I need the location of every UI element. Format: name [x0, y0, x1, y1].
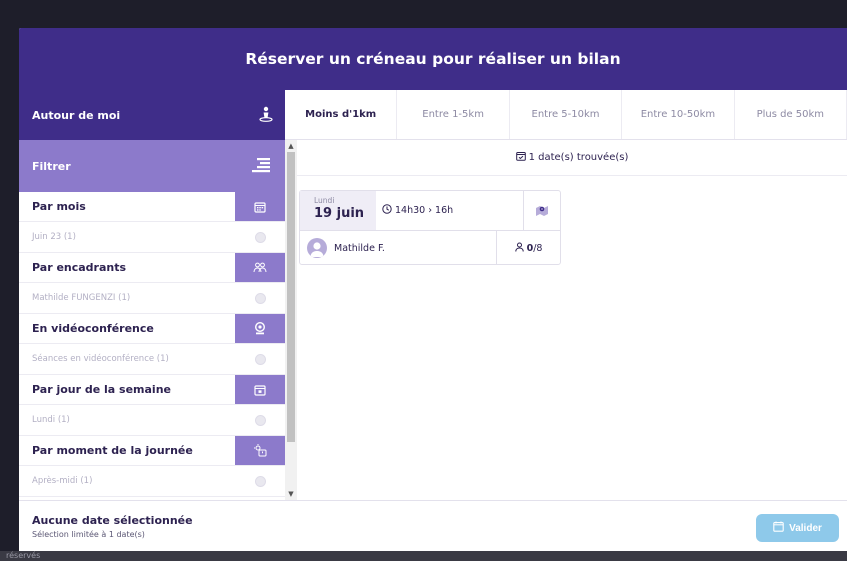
- calendar-icon: [773, 521, 784, 535]
- option-label: Séances en vidéoconférence (1): [32, 354, 169, 364]
- calendar-check-icon: [515, 151, 526, 164]
- tab-less-1km[interactable]: Moins d'1km: [285, 90, 398, 139]
- scroll-up-arrow-icon[interactable]: ▲: [285, 140, 297, 152]
- tab-10-50km[interactable]: Entre 10-50km: [622, 90, 735, 139]
- section-label: Par jour de la semaine: [32, 383, 171, 396]
- filter-lines-icon: [251, 157, 271, 176]
- around-me-label: Autour de moi: [32, 108, 121, 122]
- option-radio[interactable]: [254, 414, 266, 426]
- option-row[interactable]: Mathilde FUNGENZI (1): [19, 283, 285, 314]
- section-label: Par moment de la journée: [32, 444, 193, 457]
- filter-label: Filtrer: [32, 159, 71, 173]
- people-icon: [235, 253, 285, 282]
- option-radio[interactable]: [254, 475, 266, 487]
- distance-tabs: Moins d'1km Entre 1-5km Entre 5-10km Ent…: [285, 90, 847, 140]
- tab-more-50km[interactable]: Plus de 50km: [735, 90, 847, 139]
- option-label: Après-midi (1): [32, 476, 93, 486]
- option-row[interactable]: Juin 23 (1): [19, 222, 285, 253]
- location-person-icon: [259, 106, 273, 125]
- seats-total: /8: [533, 242, 543, 254]
- option-radio[interactable]: [254, 231, 266, 243]
- section-label: Par encadrants: [32, 261, 127, 274]
- backdrop-text: réservés: [0, 551, 847, 561]
- clock-icon: [382, 204, 392, 217]
- map-location-icon[interactable]: [523, 191, 560, 230]
- section-by-month[interactable]: Par mois: [19, 192, 285, 222]
- option-label: Mathilde FUNGENZI (1): [32, 293, 131, 303]
- sidebar-scrollbar[interactable]: ▲ ▼: [285, 140, 297, 500]
- calendar-icon: [235, 192, 285, 221]
- modal-footer: Aucune date sélectionnée Sélection limit…: [19, 500, 847, 551]
- seats-taken: 0: [526, 242, 534, 254]
- tab-1-5km[interactable]: Entre 1-5km: [397, 90, 510, 139]
- results-count: 1 date(s) trouvée(s): [297, 140, 847, 176]
- slot-time: 14h30 › 16h: [376, 191, 523, 230]
- section-videoconference[interactable]: En vidéoconférence: [19, 314, 285, 344]
- option-row[interactable]: Lundi (1): [19, 405, 285, 436]
- sun-time-icon: [235, 436, 285, 465]
- section-by-weekday[interactable]: Par jour de la semaine: [19, 375, 285, 405]
- filter-sidebar: Autour de moi Filtrer Par mois Juin 23 (…: [19, 90, 285, 500]
- scroll-thumb[interactable]: [287, 152, 295, 442]
- option-row[interactable]: Après-midi (1): [19, 466, 285, 497]
- webcam-icon: [235, 314, 285, 343]
- slot-date-number: 19 juin: [314, 206, 365, 221]
- seats-count: 0/8: [496, 231, 560, 265]
- option-label: Lundi (1): [32, 415, 70, 425]
- modal-title: Réserver un créneau pour réaliser un bil…: [19, 28, 847, 90]
- slot-weekday: Lundi: [314, 196, 335, 205]
- slot-card[interactable]: Lundi 19 juin 14h30 › 16h Mathilde F. 0 …: [299, 190, 561, 265]
- slot-time-label: 14h30 › 16h: [395, 205, 454, 216]
- selection-status: Aucune date sélectionnée: [32, 514, 193, 527]
- filter-header[interactable]: Filtrer: [19, 140, 285, 192]
- supervisor-name: Mathilde F.: [334, 242, 385, 254]
- booking-modal: Réserver un créneau pour réaliser un bil…: [19, 28, 847, 551]
- results-count-label: 1 date(s) trouvée(s): [528, 152, 629, 163]
- validate-label: Valider: [789, 522, 822, 534]
- validate-button[interactable]: Valider: [756, 514, 839, 542]
- section-label: En vidéoconférence: [32, 322, 154, 335]
- section-by-time-of-day[interactable]: Par moment de la journée: [19, 436, 285, 466]
- calendar-day-icon: [235, 375, 285, 404]
- person-icon: [514, 242, 524, 255]
- option-label: Juin 23 (1): [32, 232, 76, 242]
- around-me-button[interactable]: Autour de moi: [19, 90, 285, 140]
- scroll-down-arrow-icon[interactable]: ▼: [285, 488, 297, 500]
- section-label: Par mois: [32, 200, 86, 213]
- slot-date: Lundi 19 juin: [300, 191, 376, 230]
- section-by-supervisor[interactable]: Par encadrants: [19, 253, 285, 283]
- selection-limit-note: Sélection limitée à 1 date(s): [32, 530, 145, 539]
- option-radio[interactable]: [254, 292, 266, 304]
- tab-5-10km[interactable]: Entre 5-10km: [510, 90, 623, 139]
- avatar: [307, 238, 327, 258]
- option-row[interactable]: Séances en vidéoconférence (1): [19, 344, 285, 375]
- option-radio[interactable]: [254, 353, 266, 365]
